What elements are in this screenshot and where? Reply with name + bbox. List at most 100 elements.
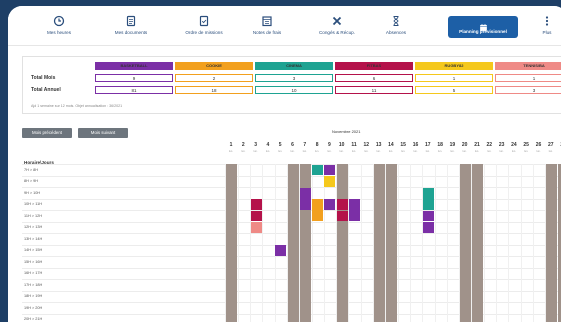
nav-item-mes-heures[interactable]: Mes heures — [36, 6, 82, 46]
sport-total-annuel: 10 — [255, 86, 333, 94]
sport-total-mois: 9 — [95, 74, 173, 82]
grid-column-line — [409, 164, 411, 322]
hour-label: 8H > 9H — [24, 179, 39, 183]
sport-header: TENNIS/BA — [495, 62, 561, 70]
planning-event[interactable] — [324, 199, 336, 210]
day-number: 17 — [425, 142, 431, 148]
day-weekday: lun. — [474, 150, 480, 153]
grid-column-line — [348, 164, 350, 322]
day-weekday: lun. — [536, 150, 541, 153]
mission-order-icon — [198, 14, 210, 27]
planning-event[interactable] — [312, 164, 324, 175]
sport-header: CINEMA — [255, 62, 333, 70]
top-navigation: Mes heures Mes documents Ordre de missions… — [8, 6, 561, 46]
nav-item-notes-de-frais[interactable]: Notes de frais — [243, 6, 291, 46]
planning-event[interactable] — [349, 199, 360, 221]
day-number: 19 — [449, 142, 456, 148]
nav-item-label: Mes documents — [114, 30, 148, 35]
planning-event[interactable] — [312, 199, 324, 221]
grid-column-line — [311, 164, 313, 322]
nav-item-label: Mes heures — [46, 30, 71, 35]
day-weekday: lun. — [315, 150, 320, 153]
day-weekday: lun. — [450, 150, 455, 153]
closed-day-column — [373, 164, 385, 322]
day-weekday: lun. — [548, 150, 553, 153]
planning-event[interactable] — [275, 245, 287, 256]
day-number: 13 — [375, 142, 382, 148]
planning-event[interactable] — [250, 222, 262, 233]
nav-item-label: Planning prévisionnel — [459, 29, 507, 34]
nav-item-label: Congés & Récup. — [318, 30, 355, 35]
nav-item-planning-pr-visionnel[interactable]: Planning prévisionnel — [448, 16, 518, 38]
nav-item-absences[interactable]: Absences — [373, 6, 419, 46]
planning-event[interactable] — [250, 210, 262, 221]
planning-event[interactable] — [422, 187, 434, 210]
day-weekday: lun. — [401, 150, 406, 153]
planning-event[interactable] — [250, 199, 262, 210]
grid-column-line — [274, 164, 276, 322]
document-icon — [125, 14, 137, 27]
clock-icon — [53, 14, 65, 27]
sport-total-mois: 1 — [495, 74, 561, 82]
sport-total-mois: 3 — [255, 74, 333, 82]
day-number: 11 — [351, 142, 357, 148]
grid-column-line — [397, 164, 399, 322]
day-weekday: lun. — [278, 150, 283, 153]
nav-item-mes-documents[interactable]: Mes documents — [102, 6, 160, 46]
day-number: 8 — [315, 142, 319, 148]
cross-icon — [331, 14, 343, 26]
hour-label: 12H > 13H — [24, 225, 43, 229]
planning-event[interactable] — [422, 210, 434, 221]
day-weekday: lun. — [351, 150, 357, 153]
summary-note: Ajd 1 semaine sur 12 mois. Objet annuali… — [31, 104, 123, 108]
planning-event[interactable] — [336, 210, 348, 221]
summary-card: Total Mois Total Annuel Ajd 1 semaine su… — [22, 56, 561, 114]
more-icon — [541, 14, 553, 26]
day-number: 3 — [254, 142, 257, 148]
sport-header: FITBAS — [335, 62, 413, 70]
closed-day-column — [336, 164, 348, 322]
sport-total-mois: 6 — [335, 74, 413, 82]
hour-label: 15H > 16H — [24, 259, 43, 264]
hour-label: 20H > 21H — [24, 317, 43, 321]
day-number: 15 — [400, 142, 406, 148]
sport-total-annuel: 5 — [415, 86, 493, 94]
planning-event[interactable] — [324, 164, 336, 175]
nav-item-ordre-de-missions[interactable]: Ordre de missions — [168, 6, 240, 46]
day-number: 6 — [291, 142, 294, 148]
nav-item-cong-s-r-cup[interactable]: Congés & Récup. — [308, 6, 366, 46]
day-weekday: lun. — [253, 150, 258, 153]
day-number: 9 — [328, 142, 331, 148]
day-weekday: lun. — [228, 150, 234, 153]
planning-event[interactable] — [299, 187, 311, 210]
planning-grid: Horaire\Jours 7H > 8H 8H > 9H 9H > 10H 10H … — [22, 136, 561, 322]
hour-label: 19H > 20H — [24, 305, 43, 310]
sport-total-annuel: 18 — [175, 86, 253, 94]
grid-column-line — [262, 164, 264, 322]
day-weekday: lun. — [241, 150, 246, 153]
nav-item-label: Absences — [385, 30, 407, 35]
hour-label: 10H > 11H — [24, 202, 42, 206]
planning-event[interactable] — [336, 199, 348, 210]
planning-event[interactable] — [422, 222, 434, 233]
day-weekday: lun. — [327, 150, 332, 153]
hour-label: 7H > 8H — [24, 167, 39, 172]
day-weekday: lun. — [388, 150, 393, 153]
sport-header: COOKIE — [175, 62, 253, 70]
hour-label: 9H > 10H — [24, 190, 41, 195]
day-number: 16 — [412, 142, 419, 148]
planning-event[interactable] — [324, 176, 336, 187]
day-number: 18 — [437, 142, 443, 148]
closed-day-column — [385, 164, 397, 322]
hour-label: 11H > 12H — [24, 213, 42, 218]
day-weekday: lun. — [438, 150, 443, 153]
hour-label: 13H > 14H — [24, 236, 43, 241]
nav-item-plus[interactable]: Plus — [532, 6, 561, 46]
month-title: Novembre 2021 — [332, 129, 361, 134]
day-number: 4 — [266, 142, 270, 148]
day-weekday: lun. — [524, 150, 529, 153]
sport-total-mois: 2 — [175, 74, 253, 82]
day-number: 10 — [338, 142, 345, 148]
grid-column-line — [250, 164, 251, 322]
day-weekday: lun. — [499, 150, 504, 153]
